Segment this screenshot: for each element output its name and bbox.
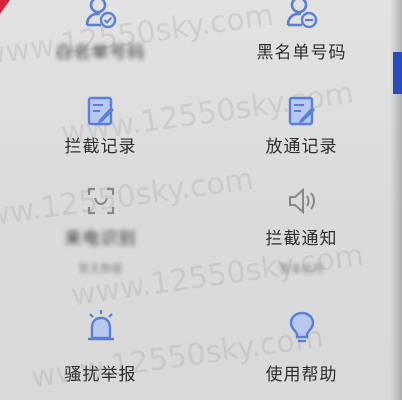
report-harassment-label: 骚扰举报 bbox=[64, 365, 137, 385]
lightbulb-icon bbox=[285, 310, 319, 344]
blacklist-tile[interactable]: 黑名单号码 bbox=[201, 0, 402, 80]
whitelist-label: 白名单号码 bbox=[55, 43, 146, 63]
alarm-siren-icon bbox=[84, 308, 118, 342]
caller-id-tile[interactable]: 来电识别 暂无数据 bbox=[0, 180, 201, 280]
block-records-label: 拦截记录 bbox=[64, 137, 137, 157]
contact-block-icon bbox=[285, 0, 319, 30]
blacklist-label: 黑名单号码 bbox=[256, 43, 347, 63]
help-tile[interactable]: 使用帮助 bbox=[201, 306, 402, 400]
pass-records-tile[interactable]: 放通记录 bbox=[201, 92, 402, 172]
report-harassment-tile[interactable]: 骚扰举报 bbox=[0, 306, 201, 400]
caller-id-status: 暂无数据 bbox=[78, 262, 123, 275]
contact-check-icon bbox=[84, 0, 118, 30]
speaker-icon bbox=[285, 184, 319, 218]
edit-document-icon bbox=[285, 94, 319, 128]
edit-document-icon bbox=[84, 94, 118, 128]
caller-id-label: 来电识别 bbox=[64, 229, 137, 249]
screen: www.12550sky.com www.12550sky.com www.12… bbox=[0, 0, 402, 400]
scan-face-icon bbox=[84, 184, 118, 218]
block-notify-tile[interactable]: 拦截通知 暂未启用 bbox=[201, 180, 402, 280]
scroll-indicator bbox=[393, 52, 402, 94]
block-notify-label: 拦截通知 bbox=[265, 229, 338, 249]
help-label: 使用帮助 bbox=[265, 365, 338, 385]
pass-records-label: 放通记录 bbox=[265, 137, 338, 157]
whitelist-tile[interactable]: 白名单号码 bbox=[0, 0, 201, 80]
block-records-tile[interactable]: 拦截记录 bbox=[0, 92, 201, 172]
block-notify-status: 暂未启用 bbox=[279, 262, 324, 275]
